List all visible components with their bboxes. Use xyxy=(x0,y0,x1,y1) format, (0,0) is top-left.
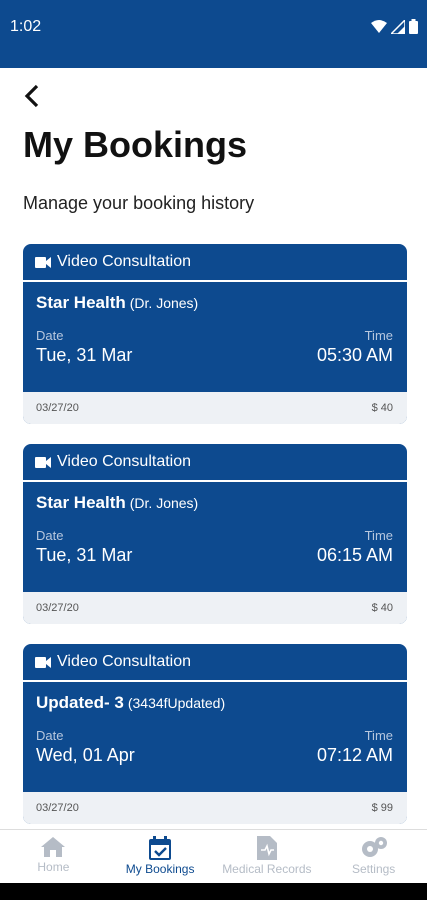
calendar-check-icon xyxy=(149,836,172,860)
booking-created-date: 03/27/20 xyxy=(36,802,79,814)
booking-doctor: (Dr. Jones) xyxy=(129,495,199,511)
nav-item-settings[interactable]: Settings xyxy=(320,830,427,883)
booking-date: Tue, 31 Mar xyxy=(36,345,133,365)
booking-card[interactable]: Video Consultation Updated- 3 (3434fUpdat… xyxy=(23,644,407,824)
nav-item-home[interactable]: Home xyxy=(0,830,107,883)
system-navigation-bar xyxy=(0,883,427,900)
booking-name: Updated- 3 (3434fUpdated) xyxy=(36,693,225,713)
nav-label-settings: Settings xyxy=(351,862,396,876)
status-bar: 1:02 xyxy=(0,0,427,68)
nav-label-my-bookings: My Bookings xyxy=(125,862,195,876)
video-camera-icon xyxy=(35,456,51,468)
booking-card[interactable]: Video Consultation Star Health (Dr. Jones… xyxy=(23,244,407,424)
booking-name: Star Health (Dr. Jones) xyxy=(36,493,198,513)
booking-type-label: Video Consultation xyxy=(57,253,192,270)
wifi-icon xyxy=(371,19,387,33)
booking-card[interactable]: Video Consultation Star Health (Dr. Jones… xyxy=(23,444,407,624)
booking-date: Tue, 31 Mar xyxy=(36,545,133,565)
document-icon xyxy=(256,836,277,860)
nav-item-my-bookings[interactable]: My Bookings xyxy=(107,830,214,883)
nav-item-medical-records[interactable]: Medical Records xyxy=(214,830,321,883)
battery-icon xyxy=(409,19,418,34)
gear-icon xyxy=(361,837,387,857)
time-label: Time xyxy=(364,728,393,743)
booking-time: 05:30 AM xyxy=(316,345,393,365)
booking-time: 06:15 AM xyxy=(316,545,393,565)
status-icons xyxy=(371,19,418,34)
date-label: Date xyxy=(36,328,64,343)
page-subtitle: Manage your booking history xyxy=(23,193,255,213)
booking-doctor: (3434fUpdated) xyxy=(127,695,226,711)
booking-footer: 03/27/20 $ 40 xyxy=(23,392,407,424)
booking-name-text: Star Health xyxy=(36,293,126,312)
status-time: 1:02 xyxy=(10,18,42,35)
booking-created-date: 03/27/20 xyxy=(36,602,79,614)
page-title: My Bookings xyxy=(23,124,248,165)
booking-price: $ 99 xyxy=(371,802,393,814)
date-label: Date xyxy=(36,528,64,543)
date-label: Date xyxy=(36,728,64,743)
back-arrow-icon xyxy=(24,84,39,108)
booking-time: 07:12 AM xyxy=(316,745,393,765)
booking-doctor: (Dr. Jones) xyxy=(129,295,199,311)
time-label: Time xyxy=(364,528,393,543)
booking-created-date: 03/27/20 xyxy=(36,402,79,414)
booking-footer: 03/27/20 $ 40 xyxy=(23,592,407,624)
signal-icon xyxy=(391,19,405,34)
bottom-navigation: Home My Bookings Medical Records Setting… xyxy=(0,829,427,883)
booking-name-text: Star Health xyxy=(36,493,126,512)
booking-name-text: Updated- 3 xyxy=(36,693,124,712)
booking-type-label: Video Consultation xyxy=(57,653,192,670)
home-icon xyxy=(41,837,66,857)
booking-price: $ 40 xyxy=(371,402,393,414)
booking-type: Video Consultation xyxy=(23,644,407,682)
nav-label-medical-records: Medical Records xyxy=(222,862,312,876)
booking-footer: 03/27/20 $ 99 xyxy=(23,792,407,824)
booking-date: Wed, 01 Apr xyxy=(36,745,135,765)
booking-name: Star Health (Dr. Jones) xyxy=(36,293,198,313)
nav-label-home: Home xyxy=(37,860,70,874)
booking-type-label: Video Consultation xyxy=(57,453,192,470)
video-camera-icon xyxy=(35,256,51,268)
back-button[interactable] xyxy=(18,82,48,112)
booking-type: Video Consultation xyxy=(23,244,407,282)
video-camera-icon xyxy=(35,656,51,668)
booking-price: $ 40 xyxy=(371,602,393,614)
time-label: Time xyxy=(364,328,393,343)
booking-type: Video Consultation xyxy=(23,444,407,482)
